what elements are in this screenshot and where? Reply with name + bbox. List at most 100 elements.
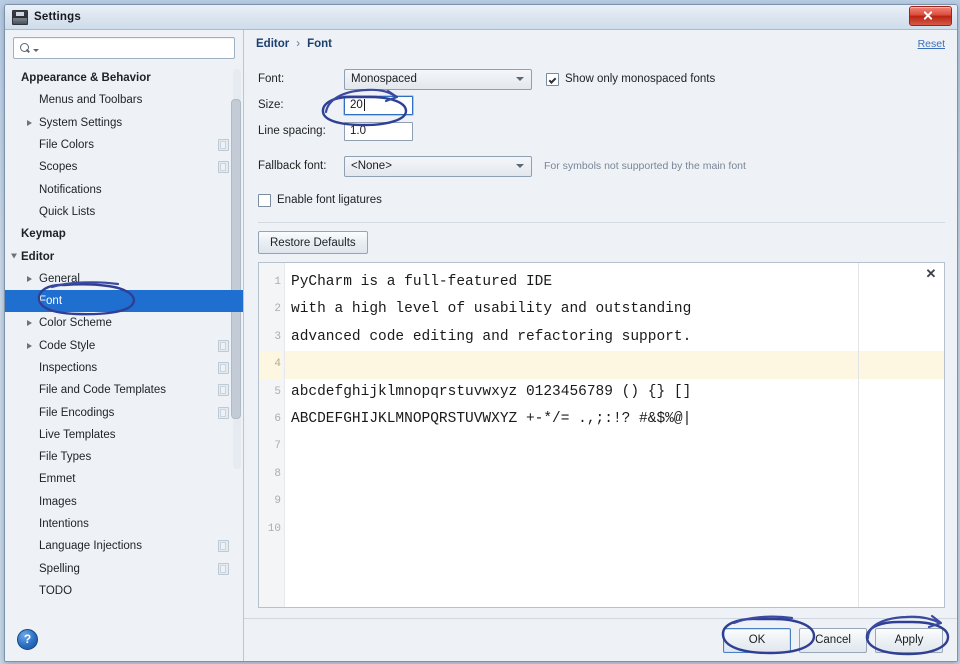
line-number: 6 <box>274 412 281 425</box>
sidebar-item-notifications[interactable]: Notifications <box>5 178 243 200</box>
line-number: 4 <box>259 351 281 379</box>
font-label: Font: <box>258 73 285 85</box>
sidebar-item-label: File and Code Templates <box>39 384 166 397</box>
sidebar-item-editor[interactable]: Editor <box>5 245 243 267</box>
sidebar-item-font[interactable]: Font <box>5 289 243 313</box>
line-spacing-label: Line spacing: <box>258 125 326 137</box>
cancel-button[interactable]: Cancel <box>799 627 867 653</box>
scope-icon <box>218 339 229 352</box>
chevron-right-icon[interactable] <box>27 119 32 126</box>
screenshot-root: Settings Appearance & Behavior Menus and… <box>0 0 960 664</box>
sidebar-item-file-encodings[interactable]: File Encodings <box>5 401 243 423</box>
ligatures-row[interactable]: Enable font ligatures <box>258 187 945 213</box>
preview-line <box>285 516 944 543</box>
breadcrumb-root[interactable]: Editor <box>256 38 289 50</box>
preview-line: advanced code editing and refactoring su… <box>291 328 692 345</box>
close-icon[interactable] <box>909 6 952 26</box>
sidebar-item-keymap[interactable]: Keymap <box>5 223 243 245</box>
font-size-input[interactable]: 20 <box>344 95 413 115</box>
breadcrumb-separator: › <box>296 38 301 50</box>
fallback-font-label: Fallback font: <box>258 160 327 172</box>
apply-button[interactable]: Apply <box>875 627 943 653</box>
sidebar-item-menus-and-toolbars[interactable]: Menus and Toolbars <box>5 89 243 111</box>
divider <box>258 222 945 223</box>
search-box[interactable] <box>13 37 235 59</box>
fallback-font-value: <None> <box>351 160 392 172</box>
chevron-down-icon[interactable] <box>11 253 17 259</box>
preview-line: with a high level of usability and outst… <box>291 301 692 318</box>
restore-defaults-button[interactable]: Restore Defaults <box>258 231 368 254</box>
help-icon[interactable]: ? <box>17 628 38 650</box>
sidebar-item-emmet[interactable]: Emmet <box>5 468 243 490</box>
line-number: 3 <box>274 330 281 343</box>
monospaced-only-checkbox[interactable] <box>546 72 559 86</box>
sidebar-item-scopes[interactable]: Scopes <box>5 156 243 178</box>
search-input[interactable] <box>39 41 234 55</box>
sidebar-item-images[interactable]: Images <box>5 491 243 513</box>
line-spacing-input[interactable]: 1.0 <box>344 121 413 141</box>
size-row: Size: 20 <box>258 92 945 118</box>
window-controls <box>909 6 952 26</box>
title-bar: Settings <box>5 5 957 30</box>
line-number: 2 <box>274 303 281 316</box>
chevron-right-icon[interactable] <box>27 342 32 349</box>
font-size-value: 20 <box>350 99 363 111</box>
scope-icon <box>218 406 229 419</box>
reset-link[interactable]: Reset <box>918 38 945 50</box>
sidebar-item-label: Live Templates <box>39 428 116 441</box>
breadcrumb: Editor › Font Reset <box>244 30 957 58</box>
line-number: 5 <box>274 385 281 398</box>
search-area <box>5 30 243 65</box>
ligatures-checkbox[interactable] <box>258 193 271 207</box>
sidebar-item-system-settings[interactable]: System Settings <box>5 112 243 134</box>
sidebar-item-language-injections[interactable]: Language Injections <box>5 535 243 557</box>
sidebar-item-color-scheme[interactable]: Color Scheme <box>5 312 243 334</box>
font-family-select[interactable]: Monospaced <box>344 68 532 90</box>
sidebar-item-label: Notifications <box>39 183 102 196</box>
sidebar-item-label: Images <box>39 495 77 508</box>
sidebar-item-file-types[interactable]: File Types <box>5 446 243 468</box>
size-label: Size: <box>258 99 284 111</box>
sidebar-item-quick-lists[interactable]: Quick Lists <box>5 201 243 223</box>
sidebar-item-label: Quick Lists <box>39 205 96 218</box>
scope-icon <box>218 384 229 397</box>
ligatures-label: Enable font ligatures <box>277 194 382 206</box>
monospaced-only-row[interactable]: Show only monospaced fonts <box>546 72 715 86</box>
sidebar-item-todo[interactable]: TODO <box>5 580 243 602</box>
sidebar-item-label: Spelling <box>39 562 80 575</box>
sidebar-item-intentions[interactable]: Intentions <box>5 513 243 535</box>
chevron-right-icon[interactable] <box>27 320 32 327</box>
right-margin-line <box>858 263 859 607</box>
sidebar-item-code-style[interactable]: Code Style <box>5 335 243 357</box>
sidebar-item-label: Keymap <box>21 228 66 241</box>
preview-code-area[interactable]: PyCharm is a full-featured IDE with a hig… <box>285 263 944 607</box>
floppy-disk-icon <box>12 9 28 25</box>
line-number: 9 <box>274 495 281 508</box>
dialog-footer: OK Cancel Apply <box>244 618 957 661</box>
sidebar-item-inspections[interactable]: Inspections <box>5 357 243 379</box>
sidebar-item-live-templates[interactable]: Live Templates <box>5 424 243 446</box>
fallback-font-select[interactable]: <None> <box>344 155 532 177</box>
line-number: 10 <box>267 522 281 535</box>
help-area: ? <box>5 617 243 661</box>
scope-icon <box>218 161 229 174</box>
sidebar-item-appearance-behavior[interactable]: Appearance & Behavior <box>5 67 243 89</box>
line-spacing-value: 1.0 <box>350 125 366 137</box>
settings-tree[interactable]: Appearance & Behavior Menus and Toolbars S… <box>5 65 243 617</box>
chevron-right-icon[interactable] <box>27 275 32 282</box>
preview-line <box>285 488 944 515</box>
sidebar-item-general[interactable]: General <box>5 268 243 290</box>
sidebar-item-spelling[interactable]: Spelling <box>5 558 243 580</box>
font-preview-editor[interactable]: 1 2 3 4 5 6 7 8 9 10 PyCharm is a full-featured I… <box>258 262 945 608</box>
fallback-font-hint: For symbols not supported by the main fo… <box>544 160 746 172</box>
sidebar-item-label: Language Injections <box>39 540 142 553</box>
sidebar-item-file-colors[interactable]: File Colors <box>5 134 243 156</box>
window-body: Appearance & Behavior Menus and Toolbars S… <box>5 30 957 661</box>
close-icon[interactable]: ✕ <box>924 266 938 280</box>
sidebar-item-label: File Types <box>39 451 92 464</box>
settings-content: Editor › Font Reset Font: Monospaced Sho… <box>244 30 957 661</box>
ok-button[interactable]: OK <box>723 627 791 653</box>
font-family-value: Monospaced <box>351 73 417 85</box>
line-spacing-row: Line spacing: 1.0 <box>258 118 945 144</box>
sidebar-item-file-and-code-templates[interactable]: File and Code Templates <box>5 379 243 401</box>
